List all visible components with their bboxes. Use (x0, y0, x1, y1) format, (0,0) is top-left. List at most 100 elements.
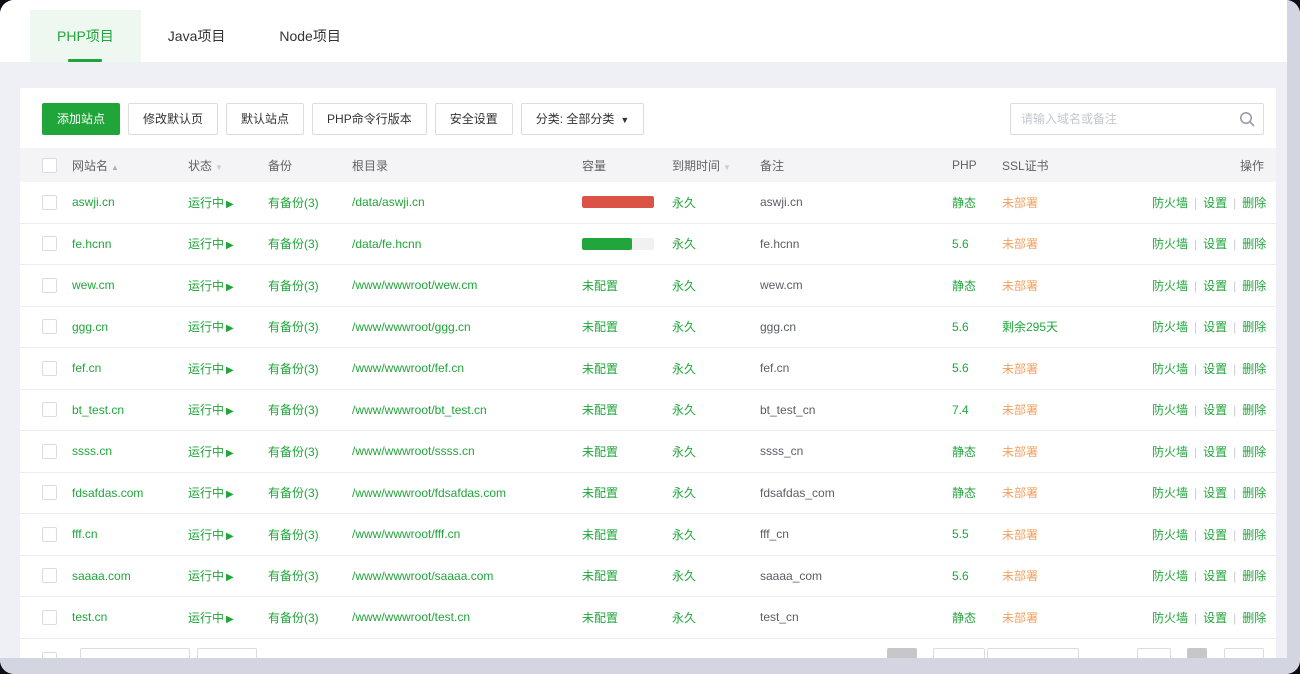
batch-action-select[interactable] (80, 648, 190, 659)
search-input[interactable] (1010, 103, 1264, 135)
row-checkbox[interactable] (42, 361, 57, 376)
capacity-cell[interactable]: 未配置 (582, 609, 672, 626)
settings-action-link[interactable]: 设置 (1203, 279, 1227, 293)
row-checkbox[interactable] (42, 444, 57, 459)
delete-action-link[interactable]: 删除 (1242, 445, 1266, 459)
php-version[interactable]: 静态 (952, 277, 1002, 294)
ssl-status-link[interactable]: 未部署 (1002, 360, 1152, 377)
site-name-link[interactable]: wew.cm (72, 278, 188, 292)
ssl-status-link[interactable]: 未部署 (1002, 277, 1152, 294)
pagination-next-button[interactable] (933, 648, 985, 659)
site-status[interactable]: 运行中▶ (188, 318, 268, 335)
site-name-link[interactable]: fff.cn (72, 527, 188, 541)
site-name-link[interactable]: fdsafdas.com (72, 486, 188, 500)
site-name-link[interactable]: bt_test.cn (72, 403, 188, 417)
firewall-action-link[interactable]: 防火墙 (1152, 403, 1188, 417)
firewall-action-link[interactable]: 防火墙 (1152, 279, 1188, 293)
expire-time[interactable]: 永久 (672, 235, 760, 252)
root-dir-link[interactable]: /www/wwwroot/fef.cn (352, 361, 582, 375)
php-version[interactable]: 静态 (952, 194, 1002, 211)
site-name-link[interactable]: saaaa.com (72, 569, 188, 583)
php-version[interactable]: 静态 (952, 443, 1002, 460)
tab-php-projects[interactable]: PHP项目 (30, 10, 141, 62)
site-status[interactable]: 运行中▶ (188, 277, 268, 294)
site-name-link[interactable]: fef.cn (72, 361, 188, 375)
expire-time[interactable]: 永久 (672, 567, 760, 584)
root-dir-link[interactable]: /data/fe.hcnn (352, 237, 582, 251)
remark-text[interactable]: fff_cn (760, 527, 952, 541)
capacity-cell[interactable]: 未配置 (582, 277, 672, 294)
backup-link[interactable]: 有备份(3) (268, 526, 352, 543)
page-size-select[interactable] (987, 648, 1079, 659)
expire-time[interactable]: 永久 (672, 443, 760, 460)
firewall-action-link[interactable]: 防火墙 (1152, 320, 1188, 334)
settings-action-link[interactable]: 设置 (1203, 528, 1227, 542)
backup-link[interactable]: 有备份(3) (268, 443, 352, 460)
backup-link[interactable]: 有备份(3) (268, 401, 352, 418)
firewall-action-link[interactable]: 防火墙 (1152, 528, 1188, 542)
remark-text[interactable]: ggg.cn (760, 320, 952, 334)
php-cli-version-button[interactable]: PHP命令行版本 (312, 103, 427, 135)
php-version[interactable]: 静态 (952, 484, 1002, 501)
ssl-status-link[interactable]: 未部署 (1002, 401, 1152, 418)
site-name-link[interactable]: test.cn (72, 610, 188, 624)
site-status[interactable]: 运行中▶ (188, 567, 268, 584)
ssl-status-link[interactable]: 未部署 (1002, 484, 1152, 501)
tab-java-projects[interactable]: Java项目 (141, 10, 253, 62)
expire-time[interactable]: 永久 (672, 318, 760, 335)
settings-action-link[interactable]: 设置 (1203, 237, 1227, 251)
row-checkbox[interactable] (42, 610, 57, 625)
site-status[interactable]: 运行中▶ (188, 235, 268, 252)
backup-link[interactable]: 有备份(3) (268, 360, 352, 377)
expire-time[interactable]: 永久 (672, 609, 760, 626)
firewall-action-link[interactable]: 防火墙 (1152, 237, 1188, 251)
backup-link[interactable]: 有备份(3) (268, 318, 352, 335)
remark-text[interactable]: saaaa_com (760, 569, 952, 583)
ssl-status-link[interactable]: 未部署 (1002, 194, 1152, 211)
root-dir-link[interactable]: /www/wwwroot/ggg.cn (352, 320, 582, 334)
php-version[interactable]: 静态 (952, 609, 1002, 626)
ssl-status-link[interactable]: 未部署 (1002, 235, 1152, 252)
capacity-cell[interactable]: 未配置 (582, 443, 672, 460)
default-site-button[interactable]: 默认站点 (226, 103, 304, 135)
root-dir-link[interactable]: /www/wwwroot/fdsafdas.com (352, 486, 582, 500)
site-name-link[interactable]: aswji.cn (72, 195, 188, 209)
root-dir-link[interactable]: /www/wwwroot/ssss.cn (352, 444, 582, 458)
php-version[interactable]: 7.4 (952, 403, 1002, 417)
page-jump-confirm-button[interactable] (1187, 648, 1207, 659)
expire-time[interactable]: 永久 (672, 526, 760, 543)
add-site-button[interactable]: 添加站点 (42, 103, 120, 135)
site-status[interactable]: 运行中▶ (188, 443, 268, 460)
root-dir-link[interactable]: /www/wwwroot/saaaa.com (352, 569, 582, 583)
row-checkbox[interactable] (42, 195, 57, 210)
php-version[interactable]: 5.6 (952, 361, 1002, 375)
site-status[interactable]: 运行中▶ (188, 401, 268, 418)
php-version[interactable]: 5.6 (952, 569, 1002, 583)
delete-action-link[interactable]: 删除 (1242, 486, 1266, 500)
php-version[interactable]: 5.5 (952, 527, 1002, 541)
remark-text[interactable]: bt_test_cn (760, 403, 952, 417)
root-dir-link[interactable]: /www/wwwroot/fff.cn (352, 527, 582, 541)
remark-text[interactable]: fef.cn (760, 361, 952, 375)
site-status[interactable]: 运行中▶ (188, 484, 268, 501)
remark-text[interactable]: aswji.cn (760, 195, 952, 209)
backup-link[interactable]: 有备份(3) (268, 567, 352, 584)
settings-action-link[interactable]: 设置 (1203, 486, 1227, 500)
capacity-cell[interactable]: 未配置 (582, 526, 672, 543)
header-status[interactable]: 状态▼ (188, 157, 268, 174)
capacity-cell[interactable]: 未配置 (582, 484, 672, 501)
site-status[interactable]: 运行中▶ (188, 194, 268, 211)
backup-link[interactable]: 有备份(3) (268, 277, 352, 294)
security-settings-button[interactable]: 安全设置 (435, 103, 513, 135)
delete-action-link[interactable]: 删除 (1242, 528, 1266, 542)
ssl-status-link[interactable]: 未部署 (1002, 443, 1152, 460)
ssl-status-link[interactable]: 剩余295天 (1002, 318, 1152, 335)
firewall-action-link[interactable]: 防火墙 (1152, 569, 1188, 583)
backup-link[interactable]: 有备份(3) (268, 609, 352, 626)
row-checkbox[interactable] (42, 568, 57, 583)
root-dir-link[interactable]: /data/aswji.cn (352, 195, 582, 209)
settings-action-link[interactable]: 设置 (1203, 320, 1227, 334)
site-name-link[interactable]: fe.hcnn (72, 237, 188, 251)
site-status[interactable]: 运行中▶ (188, 360, 268, 377)
category-filter-dropdown[interactable]: 分类: 全部分类▼ (521, 103, 645, 135)
